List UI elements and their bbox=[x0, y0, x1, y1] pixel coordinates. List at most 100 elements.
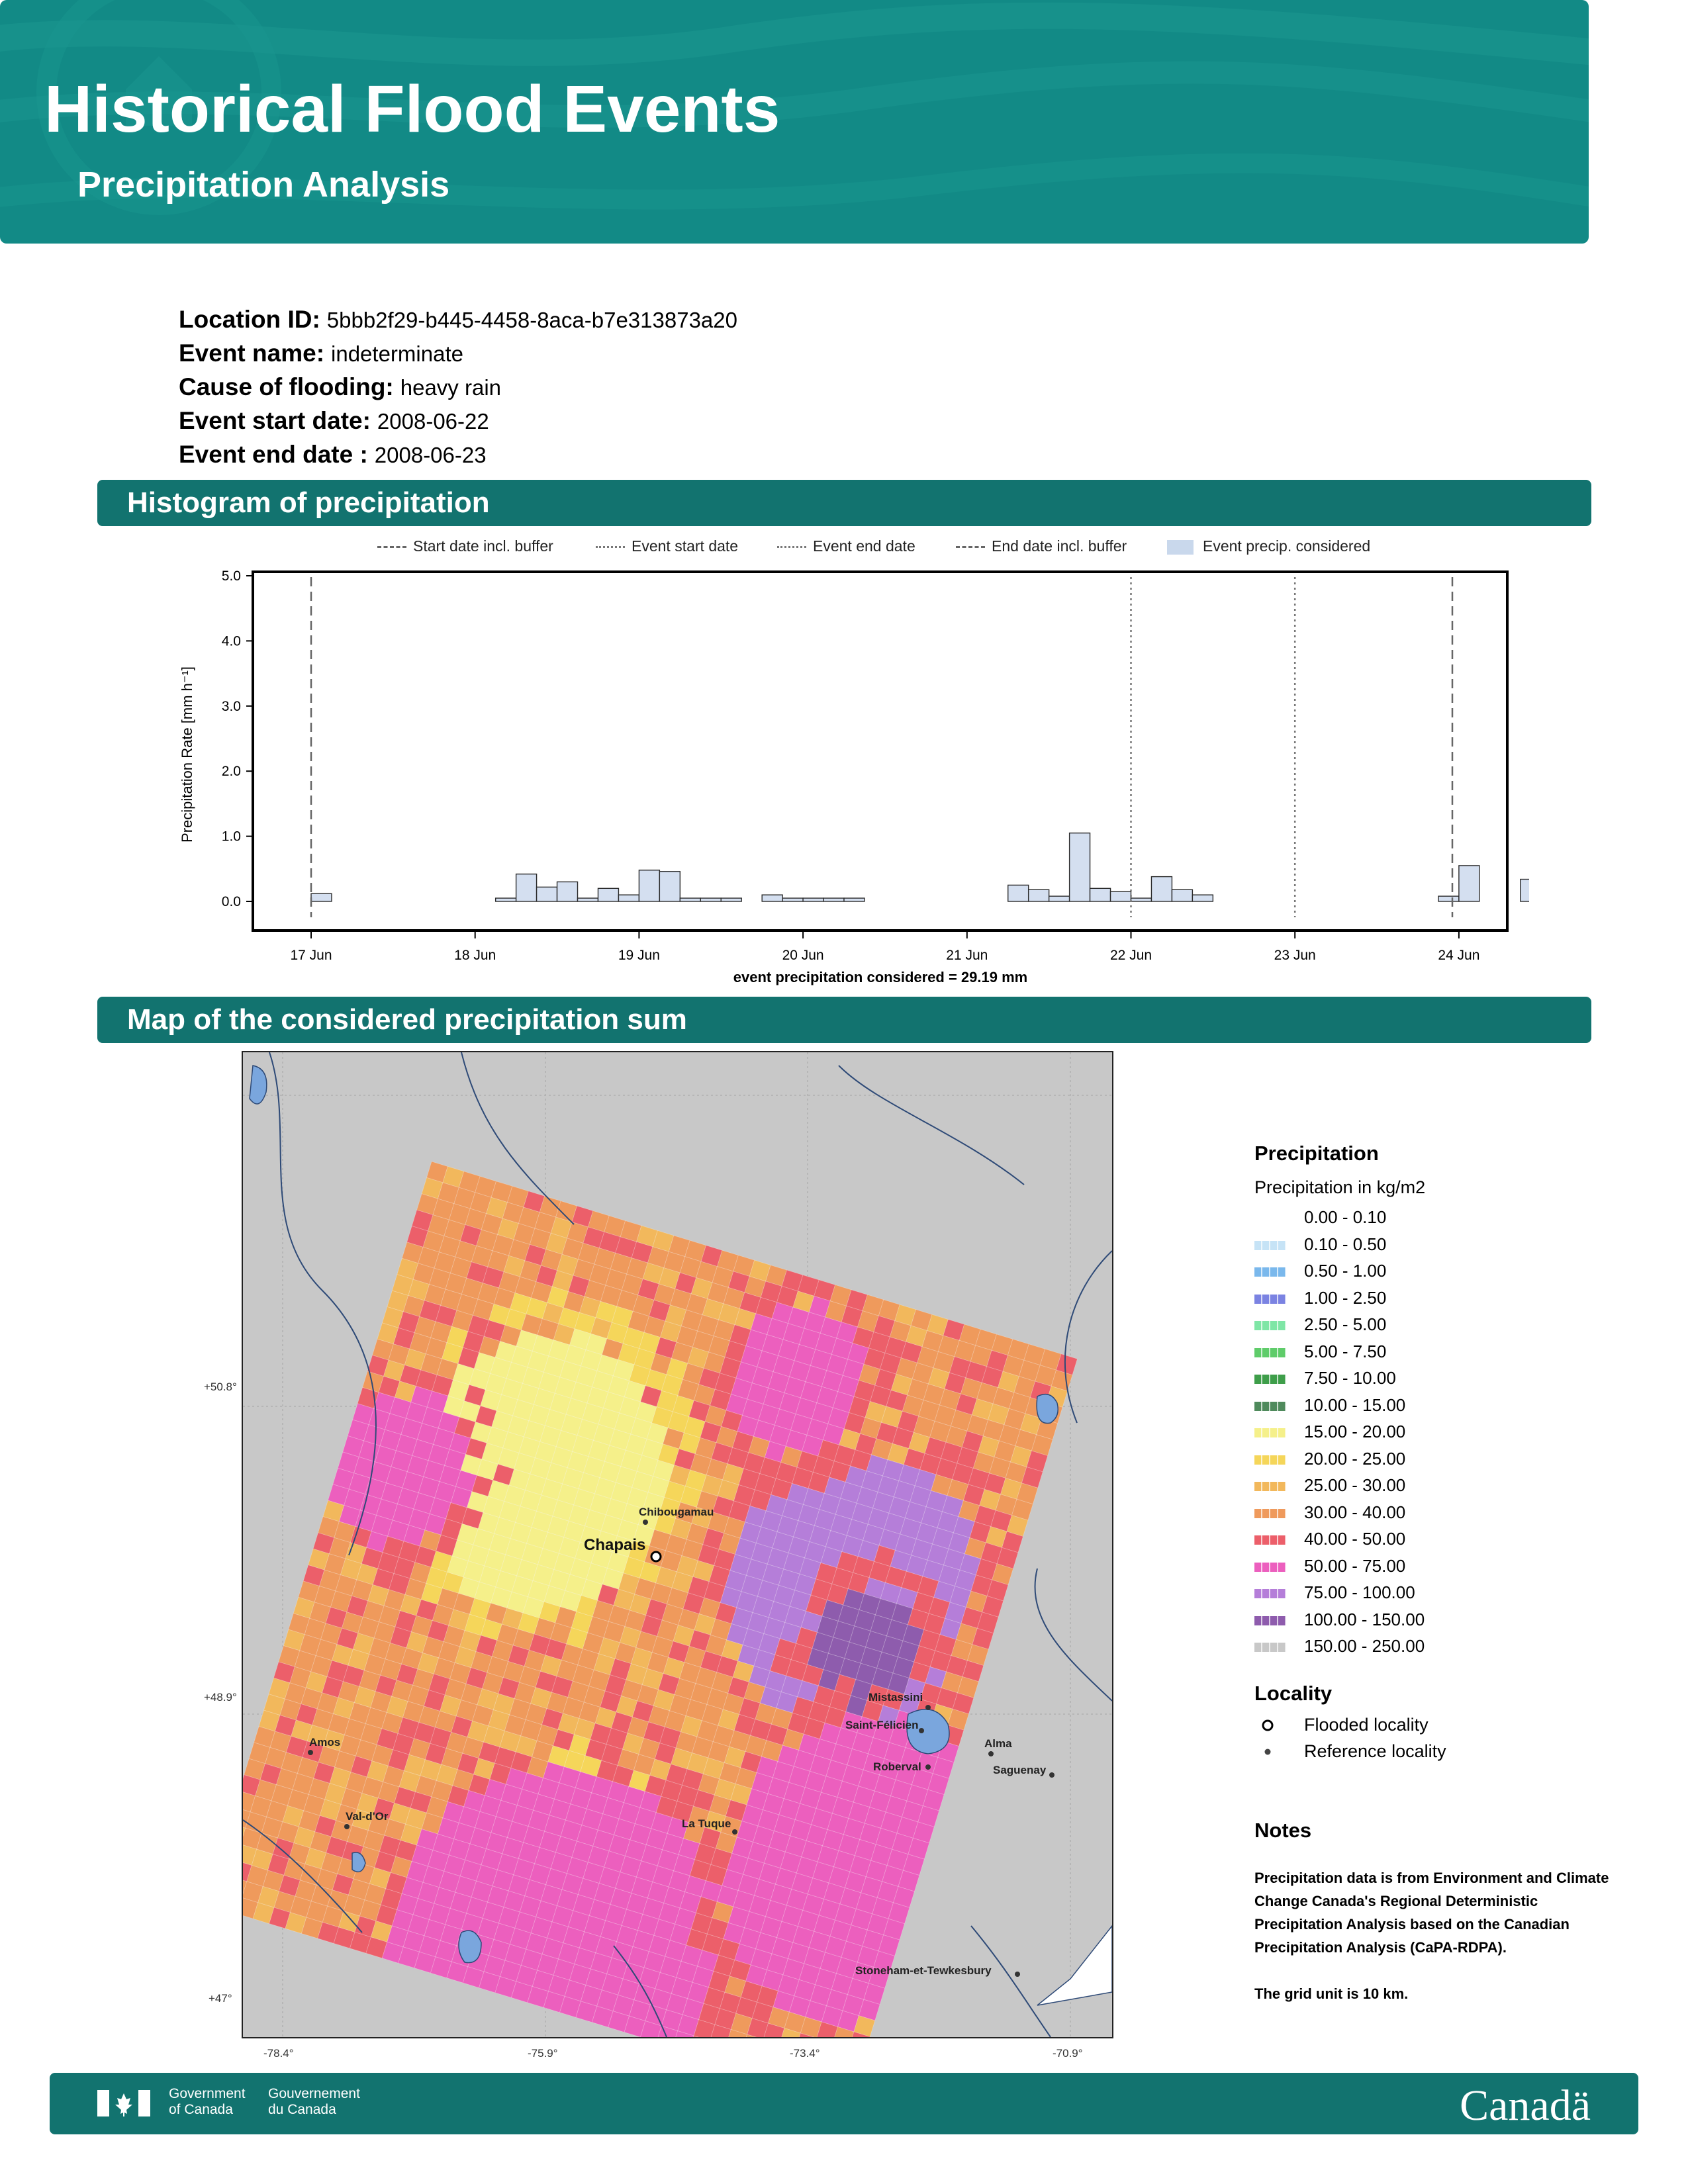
histogram-bar bbox=[597, 887, 620, 902]
legend-class-row: 25.00 - 30.00 bbox=[1254, 1474, 1625, 1501]
notes-text: Precipitation data is from Environment a… bbox=[1254, 1866, 1625, 2005]
x-tick-label: 24 Jun bbox=[1438, 948, 1479, 963]
river-line bbox=[1064, 1250, 1112, 1424]
reference-locality-dot bbox=[925, 1705, 931, 1710]
legend-reference-locality: Reference locality bbox=[1254, 1740, 1625, 1766]
legend-swatch bbox=[1254, 1535, 1286, 1545]
cause-value: heavy rain bbox=[400, 375, 502, 400]
x-tick-label: 23 Jun bbox=[1274, 948, 1316, 963]
legend-class-row: 10.00 - 15.00 bbox=[1254, 1394, 1625, 1421]
locality-label: Mistassini bbox=[868, 1691, 923, 1704]
legend-swatch bbox=[1254, 1321, 1286, 1330]
legend-swatch bbox=[1254, 1482, 1286, 1491]
legend-event-end: Event end date bbox=[777, 537, 915, 555]
event-name-value: indeterminate bbox=[331, 341, 463, 366]
locality-label: Alma bbox=[984, 1737, 1012, 1750]
histogram-bar bbox=[1171, 889, 1194, 902]
legend-swatch bbox=[1254, 1643, 1286, 1652]
locality-label: Val-d'Or bbox=[346, 1810, 389, 1823]
legend-swatch bbox=[1254, 1294, 1286, 1304]
lake-shape bbox=[249, 1065, 267, 1105]
gov-en-text: Government of Canada bbox=[169, 2086, 246, 2117]
legend-class-row: 40.00 - 50.00 bbox=[1254, 1527, 1625, 1555]
legend-class-row: 7.50 - 10.00 bbox=[1254, 1367, 1625, 1394]
header-banner: Historical Flood Events Precipitation An… bbox=[0, 0, 1589, 244]
legend-class-row: 0.50 - 1.00 bbox=[1254, 1259, 1625, 1287]
flooded-locality-marker bbox=[650, 1551, 662, 1563]
legend-class-label: 7.50 - 10.00 bbox=[1304, 1368, 1396, 1388]
legend-class-label: 15.00 - 20.00 bbox=[1304, 1422, 1406, 1441]
locality-label: La Tuque bbox=[682, 1817, 731, 1830]
legend-class-label: 150.00 - 250.00 bbox=[1304, 1636, 1425, 1656]
map-canvas: Chibougamau Mistassini Saint-Félicien Alma R… bbox=[243, 1052, 1112, 2037]
precipitation-histogram: 0.0 1.0 2.0 3.0 4.0 5.0 17 Jun 18 Jun 19 Jun 20 … bbox=[179, 569, 1529, 985]
location-id-label: Location ID: bbox=[179, 306, 320, 333]
lake-shape bbox=[458, 1930, 482, 1964]
lat-label-2: +48.9° bbox=[204, 1691, 237, 1704]
histogram-bar bbox=[1109, 891, 1132, 902]
start-date-label: Event start date: bbox=[179, 407, 371, 434]
legend-start-buffer: Start date incl. buffer bbox=[377, 537, 553, 555]
locality-title: Locality bbox=[1254, 1681, 1333, 1705]
legend-class-row: 75.00 - 100.00 bbox=[1254, 1581, 1625, 1608]
reference-locality-dot bbox=[925, 1764, 931, 1770]
legend-swatch bbox=[1254, 1428, 1286, 1437]
reference-locality-dot bbox=[732, 1829, 737, 1835]
legend-class-label: 50.00 - 75.00 bbox=[1304, 1555, 1406, 1576]
legend-class-row: 100.00 - 150.00 bbox=[1254, 1608, 1625, 1635]
histogram-bar bbox=[1150, 876, 1173, 902]
histogram-bar bbox=[638, 870, 661, 902]
notes-source: Precipitation data is from Environment a… bbox=[1254, 1870, 1609, 1956]
legend-class-label: 25.00 - 30.00 bbox=[1304, 1475, 1406, 1495]
lon-label-3: -73.4° bbox=[790, 2047, 820, 2060]
histogram-bar bbox=[1048, 895, 1070, 902]
x-tick-label: 18 Jun bbox=[454, 948, 496, 963]
histogram-bar bbox=[1068, 832, 1091, 902]
start-date-row: Event start date: 2008-06-22 bbox=[179, 407, 489, 435]
flooded-locality-icon bbox=[1262, 1719, 1274, 1731]
histogram-bar bbox=[577, 897, 599, 902]
legend-class-label: 2.50 - 5.00 bbox=[1304, 1314, 1387, 1334]
histogram-bar bbox=[802, 897, 824, 902]
lat-label-3: +47° bbox=[209, 1992, 232, 2005]
legend-class-label: 40.00 - 50.00 bbox=[1304, 1529, 1406, 1549]
y-tick-label: 0.0 bbox=[222, 894, 241, 909]
legend-event-precip: Event precip. considered bbox=[1167, 537, 1370, 555]
lake-shape bbox=[1036, 1393, 1058, 1424]
legend-event-start: Event start date bbox=[596, 537, 738, 555]
legend-swatch bbox=[1254, 1615, 1286, 1625]
flooded-locality-label: Chapais bbox=[584, 1536, 645, 1554]
legend-swatch bbox=[1254, 1508, 1286, 1518]
legend-swatch bbox=[1254, 1375, 1286, 1384]
histogram-bar bbox=[1192, 894, 1214, 902]
legend-class-label: 0.10 - 0.50 bbox=[1304, 1234, 1387, 1254]
locality-label: Amos bbox=[309, 1736, 340, 1749]
precip-grid bbox=[243, 1161, 1078, 2037]
histogram-bar bbox=[823, 897, 845, 902]
legend-class-label: 75.00 - 100.00 bbox=[1304, 1582, 1415, 1602]
legend-class-label: 20.00 - 25.00 bbox=[1304, 1448, 1406, 1469]
histogram-bar bbox=[1520, 878, 1529, 902]
histogram-bar bbox=[1438, 895, 1460, 902]
histogram-bar bbox=[1027, 889, 1050, 902]
legend-subtitle: Precipitation in kg/m2 bbox=[1254, 1177, 1426, 1197]
histogram-bar bbox=[1008, 884, 1029, 902]
plot-frame bbox=[252, 570, 1509, 932]
x-tick-label: 17 Jun bbox=[290, 948, 332, 963]
histogram-bar bbox=[556, 881, 579, 902]
legend-flooded-locality: Flooded locality bbox=[1254, 1713, 1625, 1740]
locality-label: Roberval bbox=[873, 1760, 921, 1773]
legend-class-row: 20.00 - 25.00 bbox=[1254, 1447, 1625, 1475]
x-tick-label: 20 Jun bbox=[782, 948, 824, 963]
locality-label: Saguenay bbox=[993, 1764, 1047, 1776]
x-tick-label: 21 Jun bbox=[946, 948, 988, 963]
legend-swatch bbox=[1254, 1214, 1286, 1223]
canada-flag-icon bbox=[97, 2090, 150, 2116]
notes-grid: The grid unit is 10 km. bbox=[1254, 1985, 1409, 2002]
histogram-section-title: Histogram of precipitation bbox=[127, 486, 490, 519]
reference-locality-dot bbox=[919, 1728, 924, 1733]
histogram-bar bbox=[310, 893, 332, 902]
legend-class-row: 0.10 - 0.50 bbox=[1254, 1233, 1625, 1260]
histogram-bar bbox=[659, 871, 681, 902]
river-line bbox=[838, 1065, 1025, 1185]
